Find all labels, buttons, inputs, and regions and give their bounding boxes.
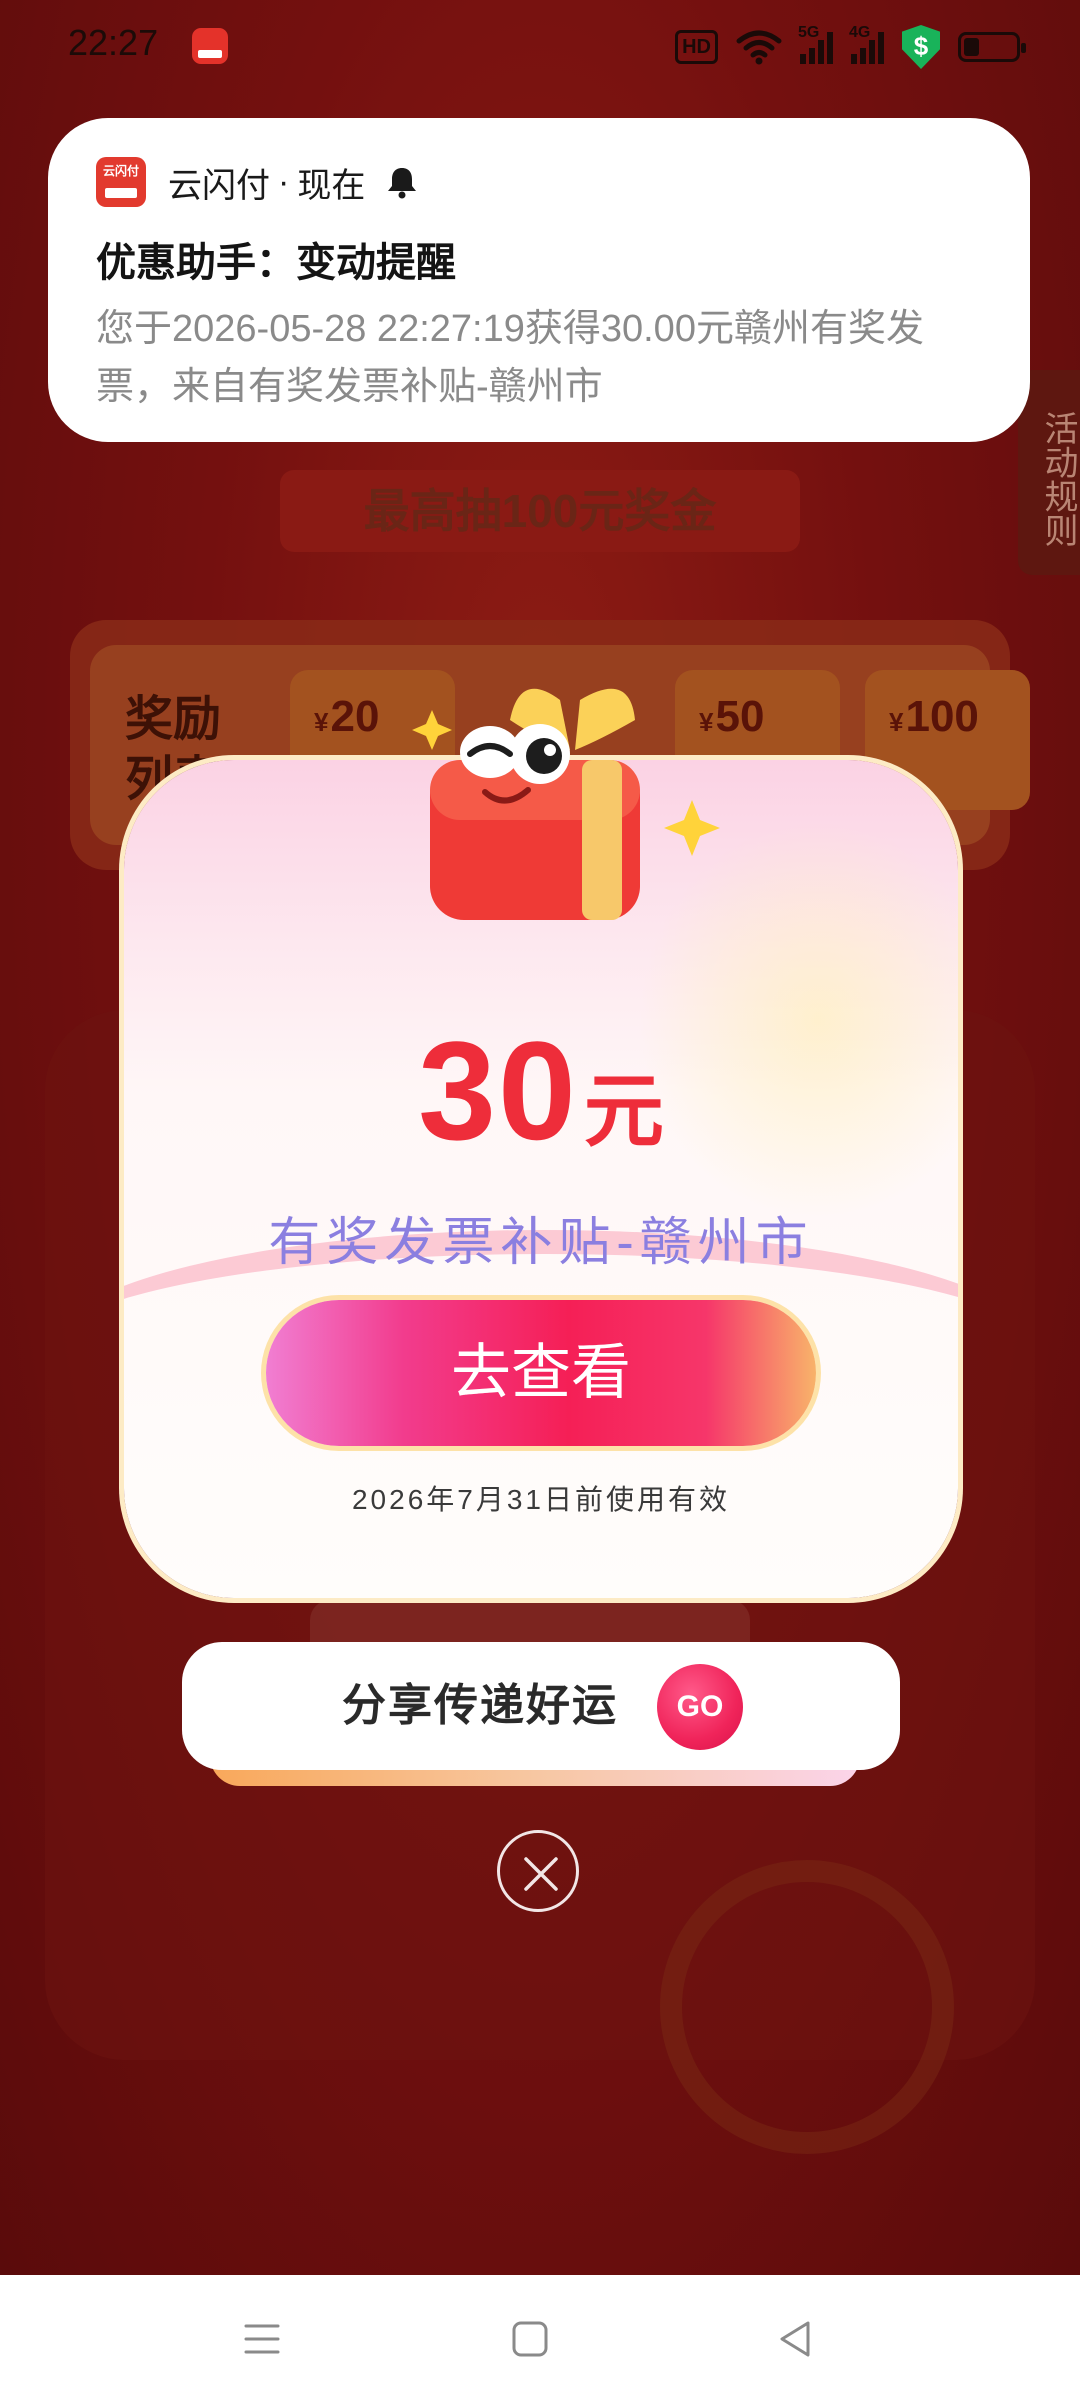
signal-4g-icon: 4G: [849, 24, 884, 64]
reward-amount: 20: [330, 692, 380, 741]
lottery-machine-knob: [660, 1860, 954, 2154]
notification-app-name: 云闪付: [168, 166, 270, 205]
share-good-luck-button[interactable]: 分享传递好运 GO: [182, 1642, 900, 1770]
activity-rules-tab[interactable]: 活动规则: [1018, 370, 1080, 575]
system-nav-bar: [0, 2275, 1080, 2408]
hd-icon: HD: [675, 30, 718, 64]
max-prize-ribbon: 最高抽100元奖金: [280, 470, 800, 552]
close-dialog-button[interactable]: [497, 1830, 579, 1912]
go-badge[interactable]: GO: [657, 1664, 743, 1750]
validity-note: 2026年7月31日前使用有效: [351, 1484, 730, 1515]
close-icon: [524, 1857, 558, 1891]
bell-icon: [388, 168, 417, 199]
wifi-icon: [736, 30, 782, 65]
notification-time: 现在: [297, 166, 366, 205]
back-triangle-icon[interactable]: [772, 2315, 820, 2363]
signal-5g-label: 5G: [798, 24, 820, 41]
push-notification[interactable]: 云闪付 云闪付 · 现在 优惠助手：变动提醒 您于2026-05-28 22:2…: [48, 118, 1030, 442]
reward-amount-value: 30: [418, 1012, 578, 1169]
reward-amount-unit: 元: [583, 1067, 664, 1156]
subsidy-name: 有奖发票补贴-赣州市: [268, 1214, 814, 1272]
currency-symbol: ¥: [314, 707, 329, 737]
security-shield-icon: $: [902, 25, 940, 69]
share-label: 分享传递好运: [342, 1681, 618, 1730]
currency-symbol: ¥: [889, 707, 904, 737]
reward-amount: 100: [905, 692, 979, 741]
signal-5g-icon: 5G: [798, 24, 833, 64]
signal-4g-label: 4G: [849, 24, 871, 41]
notification-body: 您于2026-05-28 22:27:19获得30.00元赣州有奖发票，来自有奖…: [96, 308, 924, 408]
notification-separator: ·: [278, 162, 290, 201]
menu-icon[interactable]: [238, 2315, 286, 2363]
notification-title: 优惠助手：变动提醒: [96, 241, 456, 285]
unionpay-status-icon: [192, 28, 228, 64]
gift-mascot-icon: [412, 688, 720, 920]
home-square-icon[interactable]: [506, 2315, 554, 2363]
status-time: 22:27: [68, 22, 159, 63]
view-reward-button[interactable]: 去查看: [266, 1300, 816, 1446]
reward-amount-display: 30元: [124, 1010, 958, 1172]
battery-level: [964, 38, 979, 56]
status-bar: 22:27 HD 5G 4G $: [0, 0, 1080, 96]
battery-icon: [958, 32, 1026, 62]
unionpay-app-icon: 云闪付: [96, 157, 146, 207]
